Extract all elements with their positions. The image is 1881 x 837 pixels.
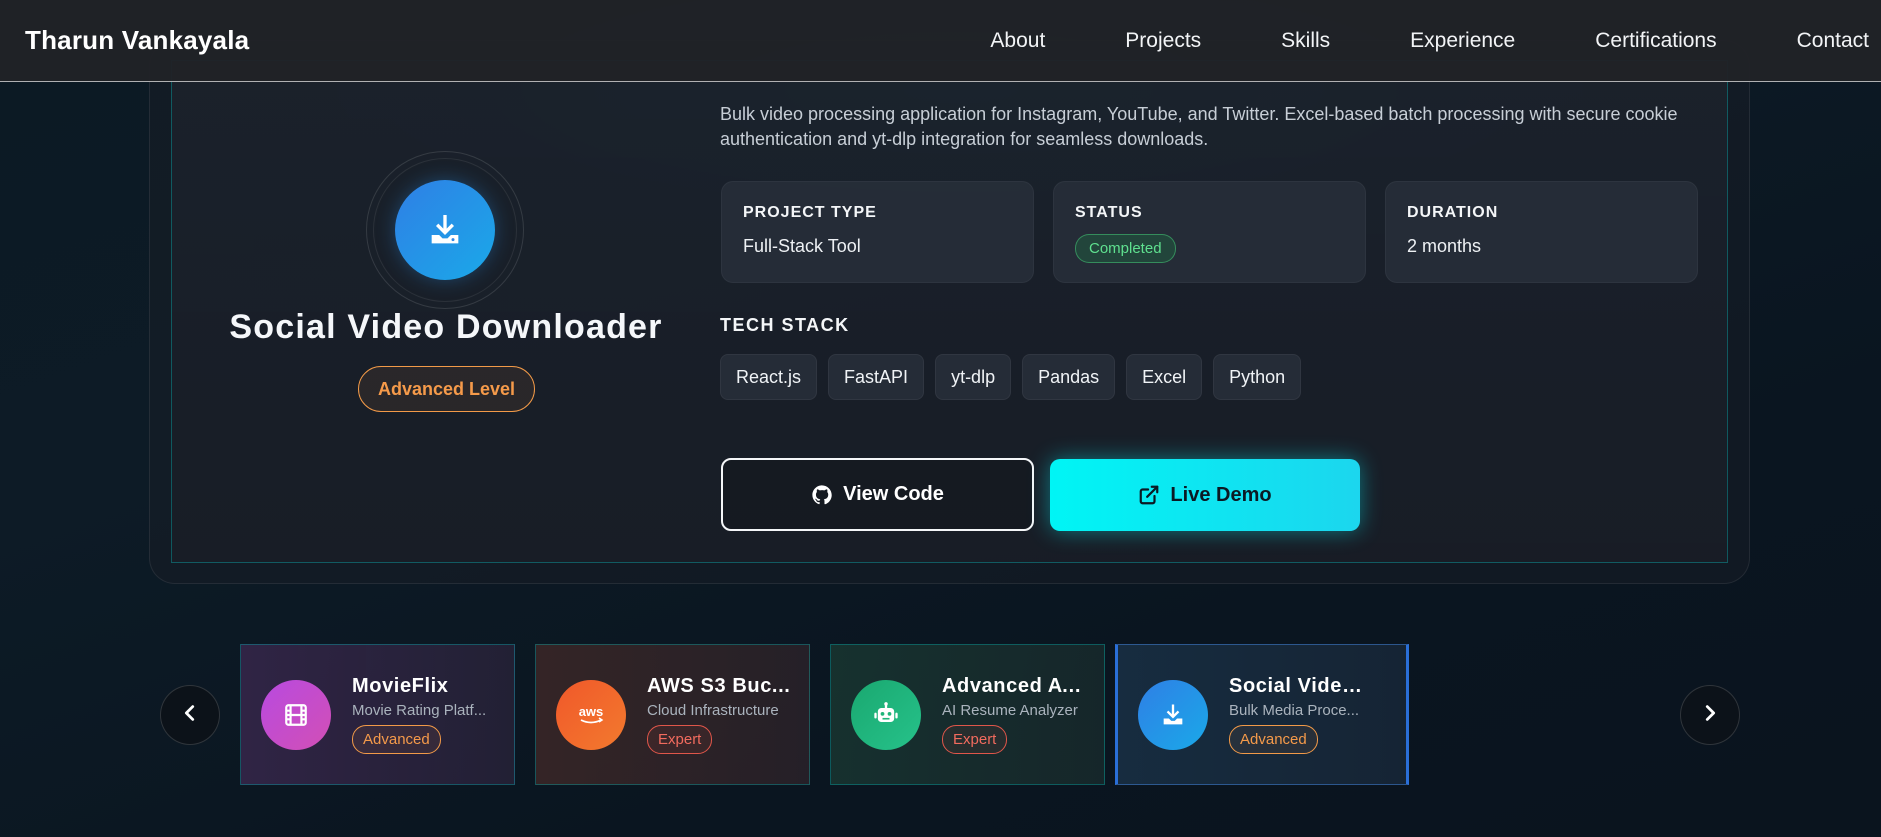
level-badge: Expert: [647, 725, 713, 754]
carousel-item-social-video[interactable]: Social Video ... Bulk Media Proce... Adv…: [1115, 644, 1409, 785]
nav-link-certifications[interactable]: Certifications: [1595, 29, 1716, 53]
project-icon-ring: [366, 151, 524, 309]
carousel-item-subtitle: Movie Rating Platf...: [352, 702, 487, 719]
tech-stack-heading: TECH STACK: [720, 315, 850, 335]
info-duration: DURATION 2 months: [1385, 181, 1698, 283]
info-value: 2 months: [1407, 236, 1482, 256]
external-link-icon: [1138, 484, 1160, 506]
aws-icon: aws: [556, 679, 626, 750]
tech-chip: Excel: [1126, 354, 1203, 400]
status-badge: Completed: [1075, 234, 1176, 263]
level-badge: Advanced Level: [358, 366, 535, 412]
carousel-item-movieflix[interactable]: MovieFlix Movie Rating Platf... Advanced: [240, 644, 515, 785]
level-badge: Advanced: [352, 725, 441, 754]
carousel-item-title: MovieFlix: [352, 675, 449, 697]
tech-chip: React.js: [720, 354, 818, 400]
info-value: Full-Stack Tool: [743, 236, 861, 256]
brand-name[interactable]: Tharun Vankayala: [25, 25, 249, 56]
live-demo-label: Live Demo: [1170, 483, 1272, 506]
robot-icon: [851, 679, 921, 750]
tech-chip: FastAPI: [828, 354, 925, 400]
carousel-prev-button[interactable]: [160, 685, 220, 745]
info-label: PROJECT TYPE: [743, 204, 877, 221]
carousel-item-subtitle: Cloud Infrastructure: [647, 702, 779, 719]
project-title: Social Video Downloader: [229, 308, 663, 346]
view-code-button[interactable]: View Code: [721, 458, 1034, 531]
carousel-next-button[interactable]: [1680, 685, 1740, 745]
view-code-label: View Code: [843, 483, 944, 505]
chevron-right-icon: [1699, 702, 1721, 729]
tech-chip: yt-dlp: [935, 354, 1012, 400]
nav-link-about[interactable]: About: [990, 29, 1045, 53]
carousel-item-subtitle: AI Resume Analyzer: [942, 702, 1078, 719]
film-icon: [261, 679, 331, 750]
tech-stack-list: React.js FastAPI yt-dlp Pandas Excel Pyt…: [720, 354, 1312, 400]
chevron-left-icon: [179, 702, 201, 729]
nav-link-contact[interactable]: Contact: [1797, 29, 1869, 53]
info-status: STATUS Completed: [1053, 181, 1366, 283]
carousel-item-subtitle: Bulk Media Proce...: [1229, 702, 1360, 719]
nav-link-projects[interactable]: Projects: [1125, 29, 1201, 53]
svg-text:aws: aws: [579, 704, 604, 719]
tech-chip: Pandas: [1022, 354, 1116, 400]
carousel-item-title: Social Video ...: [1229, 675, 1374, 697]
level-badge: Expert: [942, 725, 1008, 754]
nav-link-skills[interactable]: Skills: [1281, 29, 1330, 53]
carousel-item-title: AWS S3 Buc...: [647, 675, 791, 697]
carousel-item-title: Advanced AT...: [942, 675, 1087, 697]
project-description: Bulk video processing application for In…: [720, 104, 1678, 149]
tech-chip: Python: [1213, 354, 1302, 400]
info-label: STATUS: [1075, 204, 1143, 221]
carousel-item-ats[interactable]: Advanced AT... AI Resume Analyzer Expert: [830, 644, 1105, 785]
download-icon: [1138, 679, 1208, 750]
level-badge: Advanced: [1229, 725, 1318, 754]
github-icon: [811, 484, 833, 506]
info-label: DURATION: [1407, 204, 1499, 221]
info-project-type: PROJECT TYPE Full-Stack Tool: [721, 181, 1034, 283]
nav-links: About Projects Skills Experience Certifi…: [990, 29, 1869, 53]
nav-link-experience[interactable]: Experience: [1410, 29, 1515, 53]
download-icon: [395, 180, 495, 280]
navbar: Tharun Vankayala About Projects Skills E…: [0, 0, 1881, 82]
live-demo-button[interactable]: Live Demo: [1050, 459, 1360, 531]
carousel-item-aws-s3[interactable]: aws AWS S3 Buc... Cloud Infrastructure E…: [535, 644, 810, 785]
